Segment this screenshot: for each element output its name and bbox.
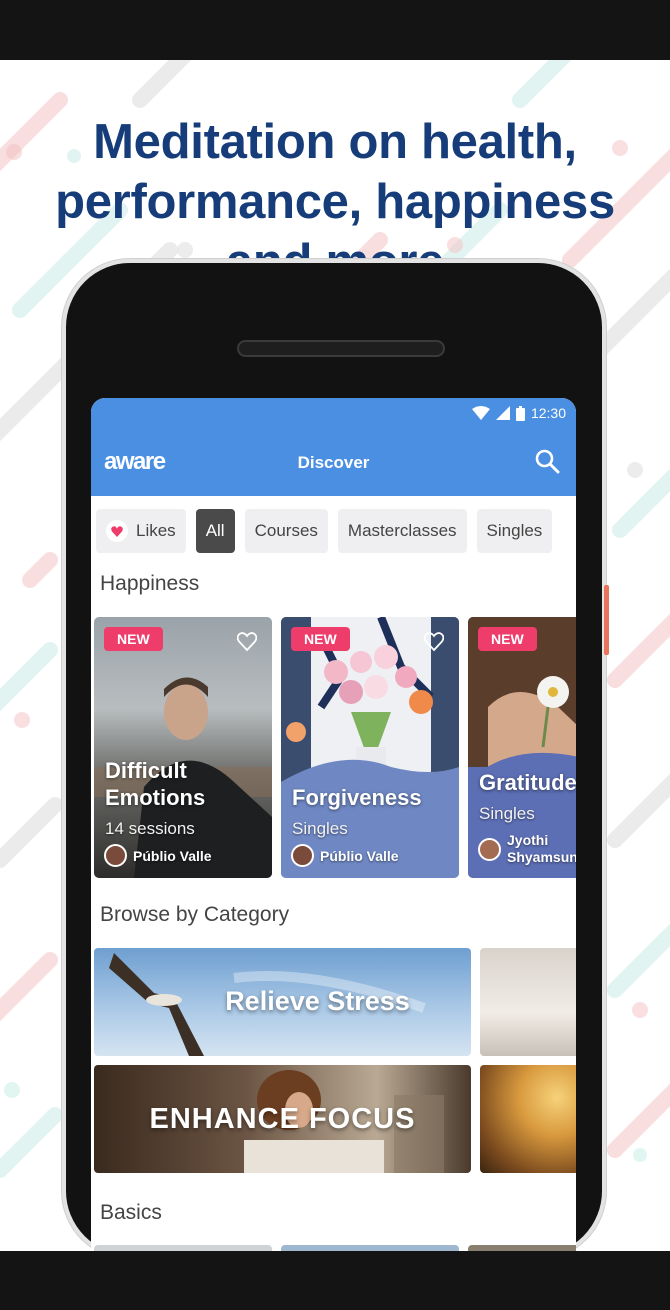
- phone-side-button: [604, 585, 609, 655]
- category-tile-sleep[interactable]: [480, 948, 576, 1056]
- course-card[interactable]: NEW Gratitude Singles Jyothi Shyamsundar: [468, 617, 576, 878]
- app-bar: 12:30 aware Discover: [91, 398, 576, 496]
- avatar: [478, 837, 501, 861]
- card-author-name: Jyothi Shyamsundar: [507, 832, 576, 866]
- app-screen: 12:30 aware Discover Likes All Courses M…: [91, 398, 576, 1251]
- filter-all[interactable]: All: [195, 509, 235, 553]
- card-author-name: Públio Valle: [320, 847, 399, 864]
- avatar: [291, 844, 314, 867]
- card-author: Públio Valle: [291, 844, 399, 867]
- heart-outline-icon[interactable]: [424, 632, 444, 652]
- filter-likes[interactable]: Likes: [96, 509, 186, 553]
- card-title-line-1: Difficult: [105, 758, 187, 783]
- card-title: Gratitude: [479, 770, 576, 795]
- card-subtitle: 14 sessions: [105, 819, 195, 838]
- category-label: ENHANCE FOCUS: [149, 1103, 416, 1135]
- filter-masterclasses[interactable]: Masterclasses: [337, 509, 467, 553]
- category-label: Relieve Stress: [225, 986, 410, 1016]
- category-tile-relieve-stress[interactable]: Relieve Stress: [94, 948, 471, 1056]
- phone-speaker: [237, 340, 445, 357]
- section-basics-title: Basics: [100, 1201, 162, 1224]
- card-author: Jyothi Shyamsundar: [478, 832, 576, 866]
- card-author-name: Públio Valle: [133, 847, 212, 864]
- signal-icon: [495, 406, 510, 420]
- headline-line-1: Meditation on health,: [93, 115, 577, 169]
- course-card[interactable]: NEW Forgiveness Singles Públio Valle: [281, 617, 459, 878]
- category-tile-energy[interactable]: [480, 1065, 576, 1173]
- status-time: 12:30: [530, 405, 566, 421]
- course-card[interactable]: NEW Difficult Emotions 14 sessions Públi…: [94, 617, 272, 878]
- card-author-line-2: Shyamsundar: [507, 849, 576, 865]
- filter-likes-label: Likes: [136, 521, 176, 540]
- device-top-bar: [0, 0, 670, 60]
- card-title: Forgiveness: [292, 785, 422, 810]
- device-bottom-bar: [0, 1251, 670, 1310]
- headline-line-2: performance, happiness: [55, 175, 615, 229]
- card-subtitle: Singles: [292, 819, 348, 838]
- avatar: [104, 844, 127, 867]
- new-badge: NEW: [291, 627, 350, 651]
- wifi-icon: [471, 406, 490, 420]
- status-bar: 12:30: [471, 405, 566, 421]
- page-title: Discover: [297, 453, 370, 472]
- category-tile-enhance-focus[interactable]: ENHANCE FOCUS: [94, 1065, 471, 1173]
- card-title-line-2: Emotions: [105, 785, 206, 810]
- filter-chips: Likes All Courses Masterclasses Singles: [96, 509, 553, 553]
- filter-courses[interactable]: Courses: [244, 509, 328, 553]
- card-author: Públio Valle: [104, 844, 212, 867]
- card-subtitle: Singles: [479, 804, 535, 823]
- section-browse-title: Browse by Category: [100, 903, 290, 926]
- battery-icon: [515, 405, 525, 421]
- new-badge: NEW: [104, 627, 163, 651]
- filter-singles[interactable]: Singles: [476, 509, 553, 553]
- heart-outline-icon[interactable]: [237, 632, 257, 652]
- card-title: Difficult Emotions: [105, 757, 268, 811]
- new-badge: NEW: [478, 627, 537, 651]
- card-author-line-1: Jyothi: [507, 832, 549, 848]
- search-icon[interactable]: [534, 448, 560, 474]
- section-happiness-title: Happiness: [100, 572, 200, 595]
- heart-icon: [106, 520, 128, 542]
